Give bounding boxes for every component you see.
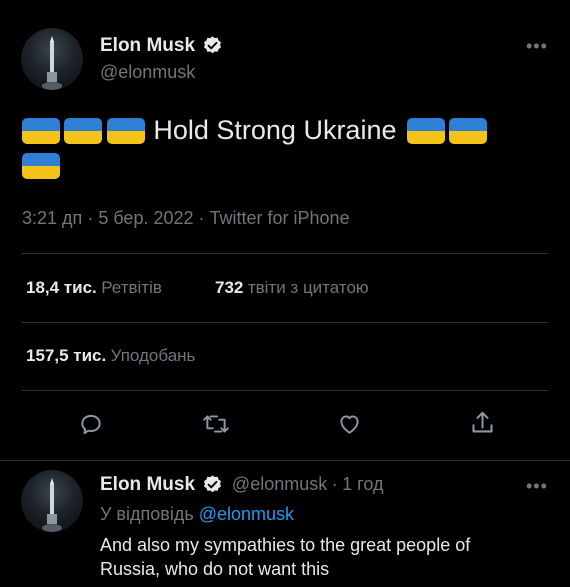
reply-age[interactable]: 1 год xyxy=(342,474,383,494)
replying-to-handle[interactable]: @elonmusk xyxy=(199,504,294,524)
quotes-label: твіти з цитатою xyxy=(247,278,369,297)
reply-text-line-2: Russia, who do not want this xyxy=(100,559,330,579)
likes-label: Уподобань xyxy=(110,346,196,365)
tweet-meta: 3:21 дп · 5 бер. 2022 · Twitter for iPho… xyxy=(22,208,350,228)
separator: · xyxy=(331,474,338,494)
ukraine-flag-icon xyxy=(22,117,60,144)
ukraine-flag-icon xyxy=(406,117,445,144)
reply-header: Elon Musk @elonmusk · 1 год xyxy=(100,474,383,496)
ukraine-flag-icon xyxy=(106,117,145,144)
author-name[interactable]: Elon Musk xyxy=(100,35,195,56)
reply-text: And also my sympathies to the great peop… xyxy=(100,533,470,581)
reply-icon[interactable] xyxy=(78,411,104,437)
tweet-divider xyxy=(0,460,570,461)
divider xyxy=(22,390,548,391)
quotes-stat[interactable]: 732 твіти з цитатою xyxy=(215,278,369,298)
like-icon[interactable] xyxy=(336,411,363,437)
likes-count: 157,5 тис. xyxy=(26,346,107,365)
ukraine-flag-icon xyxy=(449,117,488,144)
likes-stat[interactable]: 157,5 тис. Уподобань xyxy=(26,346,195,366)
replying-to-label: У відповідь xyxy=(100,504,194,524)
reply-author-name[interactable]: Elon Musk xyxy=(100,474,195,495)
ukraine-flag-icon xyxy=(64,117,103,144)
retweet-icon[interactable] xyxy=(202,411,230,437)
reply-more-options-icon[interactable]: ••• xyxy=(526,476,548,497)
tweet-text-line-1: Hold Strong Ukraine xyxy=(22,115,488,146)
tweet-date[interactable]: 5 бер. 2022 xyxy=(98,208,193,228)
share-icon[interactable] xyxy=(469,409,496,437)
divider xyxy=(22,253,548,254)
tweet-text-line-2 xyxy=(22,153,60,179)
divider xyxy=(22,322,548,323)
rocket-image xyxy=(42,36,62,90)
ukraine-flag-icon xyxy=(22,153,60,179)
retweets-label: Ретвітів xyxy=(101,278,162,297)
verified-badge-icon xyxy=(204,475,222,493)
quotes-count: 732 xyxy=(215,278,244,297)
tweet-time[interactable]: 3:21 дп xyxy=(22,208,82,228)
retweets-count: 18,4 тис. xyxy=(26,278,97,297)
tweet-text: Hold Strong Ukraine xyxy=(153,115,397,145)
reply-author-handle[interactable]: @elonmusk xyxy=(232,474,327,494)
verified-badge-icon xyxy=(204,36,222,54)
replying-to: У відповідь @elonmusk xyxy=(100,504,294,525)
reply-avatar[interactable] xyxy=(21,470,83,532)
retweets-stat[interactable]: 18,4 тис. Ретвітів xyxy=(26,278,162,298)
author-handle[interactable]: @elonmusk xyxy=(100,62,195,83)
reply-text-line-1: And also my sympathies to the great peop… xyxy=(100,535,471,555)
more-options-icon[interactable]: ••• xyxy=(526,36,548,57)
avatar[interactable] xyxy=(21,28,83,90)
rocket-image xyxy=(42,478,62,532)
tweet-source[interactable]: Twitter for iPhone xyxy=(210,208,350,228)
